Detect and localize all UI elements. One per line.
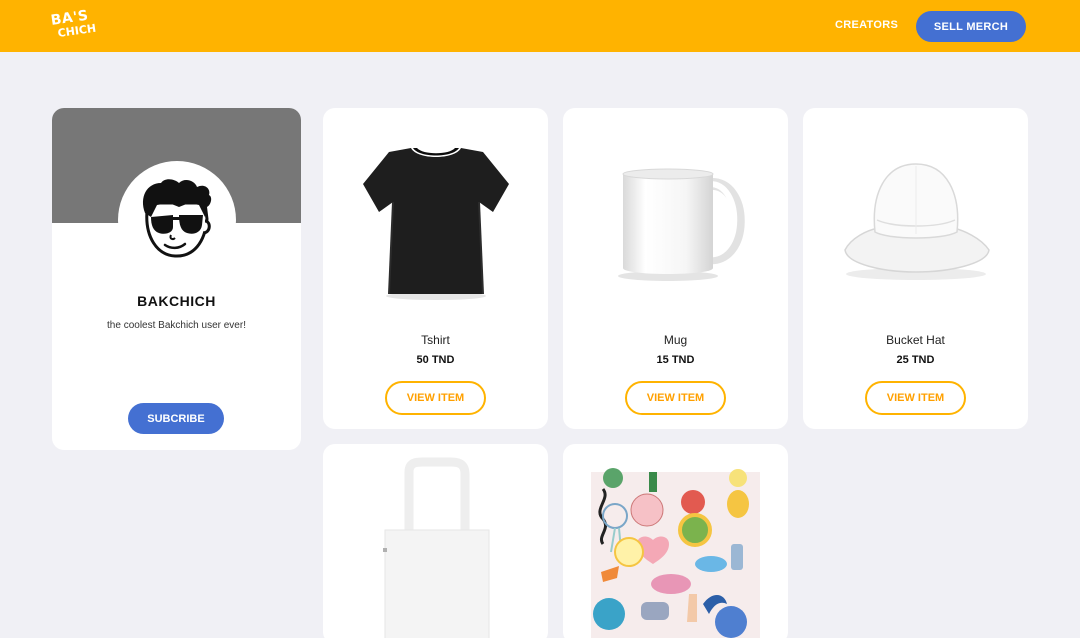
- product-price: 25 TND: [896, 354, 935, 366]
- product-card-tote-bag[interactable]: [323, 444, 548, 638]
- avatar: [118, 161, 236, 279]
- tote-bag-image[interactable]: [323, 444, 548, 638]
- product-price: 50 TND: [416, 354, 455, 366]
- view-item-button[interactable]: VIEW ITEM: [865, 381, 966, 415]
- sell-merch-button[interactable]: SELL MERCH: [916, 11, 1026, 42]
- tshirt-image[interactable]: [323, 108, 548, 323]
- profile-username: BAKCHICH: [137, 293, 216, 309]
- product-name: Bucket Hat: [886, 333, 945, 347]
- product-card-tshirt[interactable]: Tshirt 50 TND VIEW ITEM: [323, 108, 548, 429]
- subscribe-button[interactable]: SUBCRIBE: [128, 403, 224, 434]
- product-name: Tshirt: [421, 333, 450, 347]
- profile-bio: the coolest Bakchich user ever!: [107, 320, 246, 331]
- mug-image[interactable]: [563, 108, 788, 323]
- bucket-hat-image[interactable]: [803, 108, 1028, 323]
- creators-link[interactable]: CREATORS: [835, 19, 898, 31]
- product-card-stickers[interactable]: [563, 444, 788, 638]
- sticker-sheet-image[interactable]: [563, 444, 788, 638]
- avatar-face-icon: [142, 179, 212, 258]
- product-card-mug[interactable]: Mug 15 TND VIEW ITEM: [563, 108, 788, 429]
- view-item-button[interactable]: VIEW ITEM: [625, 381, 726, 415]
- product-price: 15 TND: [656, 354, 695, 366]
- navbar: BA'S CHICH CREATORS SELL MERCH: [0, 0, 1080, 52]
- profile-card: BAKCHICH the coolest Bakchich user ever!…: [52, 108, 301, 450]
- view-item-button[interactable]: VIEW ITEM: [385, 381, 486, 415]
- product-card-bucket-hat[interactable]: Bucket Hat 25 TND VIEW ITEM: [803, 108, 1028, 429]
- product-name: Mug: [663, 333, 688, 347]
- logo[interactable]: BA'S CHICH: [50, 8, 97, 45]
